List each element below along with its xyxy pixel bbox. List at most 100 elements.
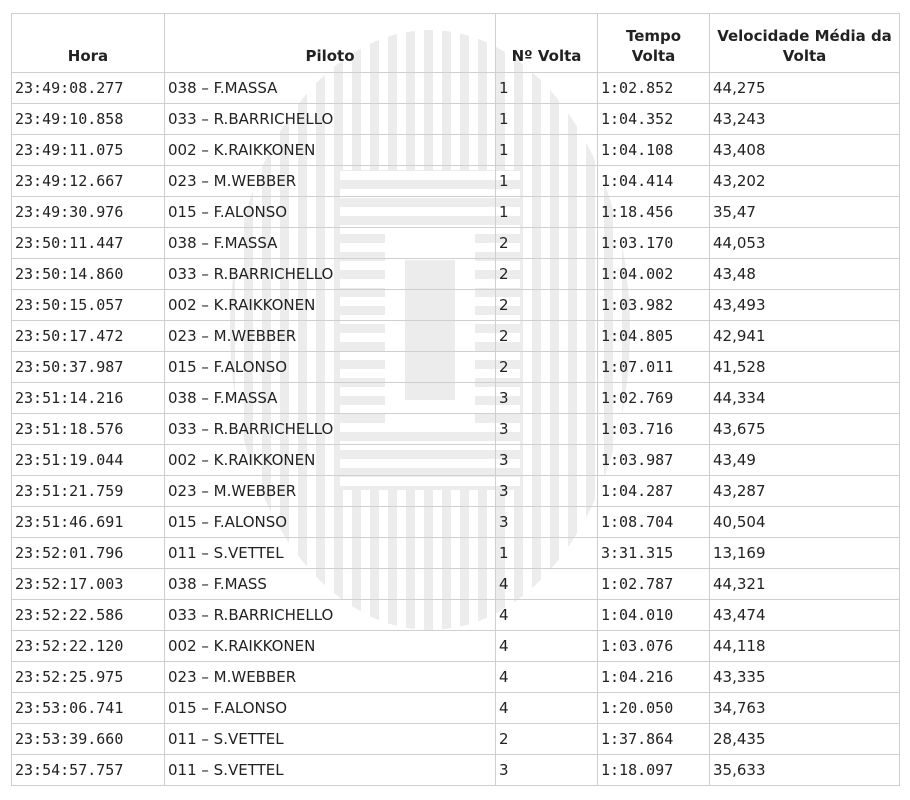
cell-hora: 23:54:57.757 bbox=[11, 755, 165, 786]
cell-velocidade: 34,763 bbox=[710, 693, 900, 724]
header-velocidade: Velocidade Média da Volta bbox=[710, 13, 900, 73]
cell-tempo: 1:08.704 bbox=[598, 507, 710, 538]
cell-velocidade: 35,633 bbox=[710, 755, 900, 786]
cell-volta: 1 bbox=[496, 166, 598, 197]
cell-tempo: 1:03.716 bbox=[598, 414, 710, 445]
cell-volta: 4 bbox=[496, 662, 598, 693]
table-row: 23:53:06.741 015 – F.ALONSO 4 1:20.050 34,76… bbox=[11, 693, 900, 724]
cell-hora: 23:51:46.691 bbox=[11, 507, 165, 538]
table-row: 23:50:15.057 002 – K.RAIKKONEN 2 1:03.982 43… bbox=[11, 290, 900, 321]
cell-tempo: 1:04.287 bbox=[598, 476, 710, 507]
cell-piloto: 033 – R.BARRICHELLO bbox=[165, 600, 496, 631]
table-row: 23:52:22.586 033 – R.BARRICHELLO 4 1:04.010… bbox=[11, 600, 900, 631]
cell-tempo: 1:20.050 bbox=[598, 693, 710, 724]
cell-volta: 3 bbox=[496, 414, 598, 445]
cell-piloto: 023 – M.WEBBER bbox=[165, 476, 496, 507]
table-row: 23:51:21.759 023 – M.WEBBER 3 1:04.287 43,28… bbox=[11, 476, 900, 507]
cell-velocidade: 43,287 bbox=[710, 476, 900, 507]
table-row: 23:51:18.576 033 – R.BARRICHELLO 3 1:03.716… bbox=[11, 414, 900, 445]
cell-volta: 1 bbox=[496, 104, 598, 135]
cell-piloto: 023 – M.WEBBER bbox=[165, 321, 496, 352]
header-hora: Hora bbox=[11, 13, 165, 73]
table-row: 23:52:17.003 038 – F.MASS 4 1:02.787 44,321 bbox=[11, 569, 900, 600]
table-row: 23:49:11.075 002 – K.RAIKKONEN 1 1:04.108 43… bbox=[11, 135, 900, 166]
cell-velocidade: 40,504 bbox=[710, 507, 900, 538]
cell-volta: 3 bbox=[496, 507, 598, 538]
table-header-row: Hora Piloto Nº Volta Tempo Volta Velocid… bbox=[11, 13, 900, 73]
cell-hora: 23:52:17.003 bbox=[11, 569, 165, 600]
cell-hora: 23:53:39.660 bbox=[11, 724, 165, 755]
cell-tempo: 1:03.076 bbox=[598, 631, 710, 662]
cell-tempo: 1:04.805 bbox=[598, 321, 710, 352]
cell-velocidade: 43,408 bbox=[710, 135, 900, 166]
cell-velocidade: 43,49 bbox=[710, 445, 900, 476]
cell-hora: 23:49:30.976 bbox=[11, 197, 165, 228]
table-row: 23:52:25.975 023 – M.WEBBER 4 1:04.216 43,33… bbox=[11, 662, 900, 693]
cell-volta: 4 bbox=[496, 600, 598, 631]
cell-volta: 2 bbox=[496, 352, 598, 383]
cell-piloto: 023 – M.WEBBER bbox=[165, 662, 496, 693]
cell-volta: 1 bbox=[496, 538, 598, 569]
cell-piloto: 033 – R.BARRICHELLO bbox=[165, 104, 496, 135]
cell-tempo: 1:04.216 bbox=[598, 662, 710, 693]
table-row: 23:52:22.120 002 – K.RAIKKONEN 4 1:03.076 44… bbox=[11, 631, 900, 662]
cell-volta: 2 bbox=[496, 290, 598, 321]
cell-velocidade: 43,675 bbox=[710, 414, 900, 445]
cell-volta: 3 bbox=[496, 476, 598, 507]
table-row: 23:50:37.987 015 – F.ALONSO 2 1:07.011 41,52… bbox=[11, 352, 900, 383]
cell-velocidade: 43,474 bbox=[710, 600, 900, 631]
cell-tempo: 1:02.787 bbox=[598, 569, 710, 600]
cell-volta: 2 bbox=[496, 321, 598, 352]
cell-piloto: 015 – F.ALONSO bbox=[165, 352, 496, 383]
cell-piloto: 002 – K.RAIKKONEN bbox=[165, 631, 496, 662]
header-volta: Nº Volta bbox=[496, 13, 598, 73]
table-row: 23:51:14.216 038 – F.MASSA 3 1:02.769 44,334 bbox=[11, 383, 900, 414]
cell-tempo: 1:04.108 bbox=[598, 135, 710, 166]
header-piloto: Piloto bbox=[165, 13, 496, 73]
cell-velocidade: 42,941 bbox=[710, 321, 900, 352]
cell-volta: 1 bbox=[496, 197, 598, 228]
cell-hora: 23:51:18.576 bbox=[11, 414, 165, 445]
cell-volta: 2 bbox=[496, 259, 598, 290]
cell-hora: 23:50:17.472 bbox=[11, 321, 165, 352]
cell-tempo: 1:04.010 bbox=[598, 600, 710, 631]
table-row: 23:51:19.044 002 – K.RAIKKONEN 3 1:03.987 43… bbox=[11, 445, 900, 476]
cell-hora: 23:51:21.759 bbox=[11, 476, 165, 507]
cell-piloto: 011 – S.VETTEL bbox=[165, 724, 496, 755]
cell-volta: 2 bbox=[496, 724, 598, 755]
cell-hora: 23:49:12.667 bbox=[11, 166, 165, 197]
cell-hora: 23:49:10.858 bbox=[11, 104, 165, 135]
cell-hora: 23:52:22.586 bbox=[11, 600, 165, 631]
cell-piloto: 015 – F.ALONSO bbox=[165, 507, 496, 538]
cell-hora: 23:50:14.860 bbox=[11, 259, 165, 290]
cell-velocidade: 43,493 bbox=[710, 290, 900, 321]
cell-piloto: 011 – S.VETTEL bbox=[165, 538, 496, 569]
cell-hora: 23:52:25.975 bbox=[11, 662, 165, 693]
cell-hora: 23:49:11.075 bbox=[11, 135, 165, 166]
cell-tempo: 1:37.864 bbox=[598, 724, 710, 755]
cell-piloto: 038 – F.MASSA bbox=[165, 73, 496, 104]
cell-velocidade: 41,528 bbox=[710, 352, 900, 383]
cell-volta: 1 bbox=[496, 73, 598, 104]
cell-tempo: 1:07.011 bbox=[598, 352, 710, 383]
cell-velocidade: 43,48 bbox=[710, 259, 900, 290]
table-row: 23:54:57.757 011 – S.VETTEL 3 1:18.097 35,63… bbox=[11, 755, 900, 786]
cell-piloto: 033 – R.BARRICHELLO bbox=[165, 259, 496, 290]
cell-piloto: 011 – S.VETTEL bbox=[165, 755, 496, 786]
cell-hora: 23:50:37.987 bbox=[11, 352, 165, 383]
cell-hora: 23:50:11.447 bbox=[11, 228, 165, 259]
cell-velocidade: 44,334 bbox=[710, 383, 900, 414]
cell-volta: 4 bbox=[496, 569, 598, 600]
cell-piloto: 038 – F.MASS bbox=[165, 569, 496, 600]
cell-tempo: 1:03.170 bbox=[598, 228, 710, 259]
cell-piloto: 023 – M.WEBBER bbox=[165, 166, 496, 197]
cell-tempo: 1:18.097 bbox=[598, 755, 710, 786]
cell-piloto: 002 – K.RAIKKONEN bbox=[165, 135, 496, 166]
cell-tempo: 1:04.414 bbox=[598, 166, 710, 197]
cell-piloto: 015 – F.ALONSO bbox=[165, 197, 496, 228]
cell-piloto: 038 – F.MASSA bbox=[165, 228, 496, 259]
cell-tempo: 1:02.852 bbox=[598, 73, 710, 104]
cell-hora: 23:51:14.216 bbox=[11, 383, 165, 414]
cell-hora: 23:49:08.277 bbox=[11, 73, 165, 104]
cell-volta: 1 bbox=[496, 135, 598, 166]
